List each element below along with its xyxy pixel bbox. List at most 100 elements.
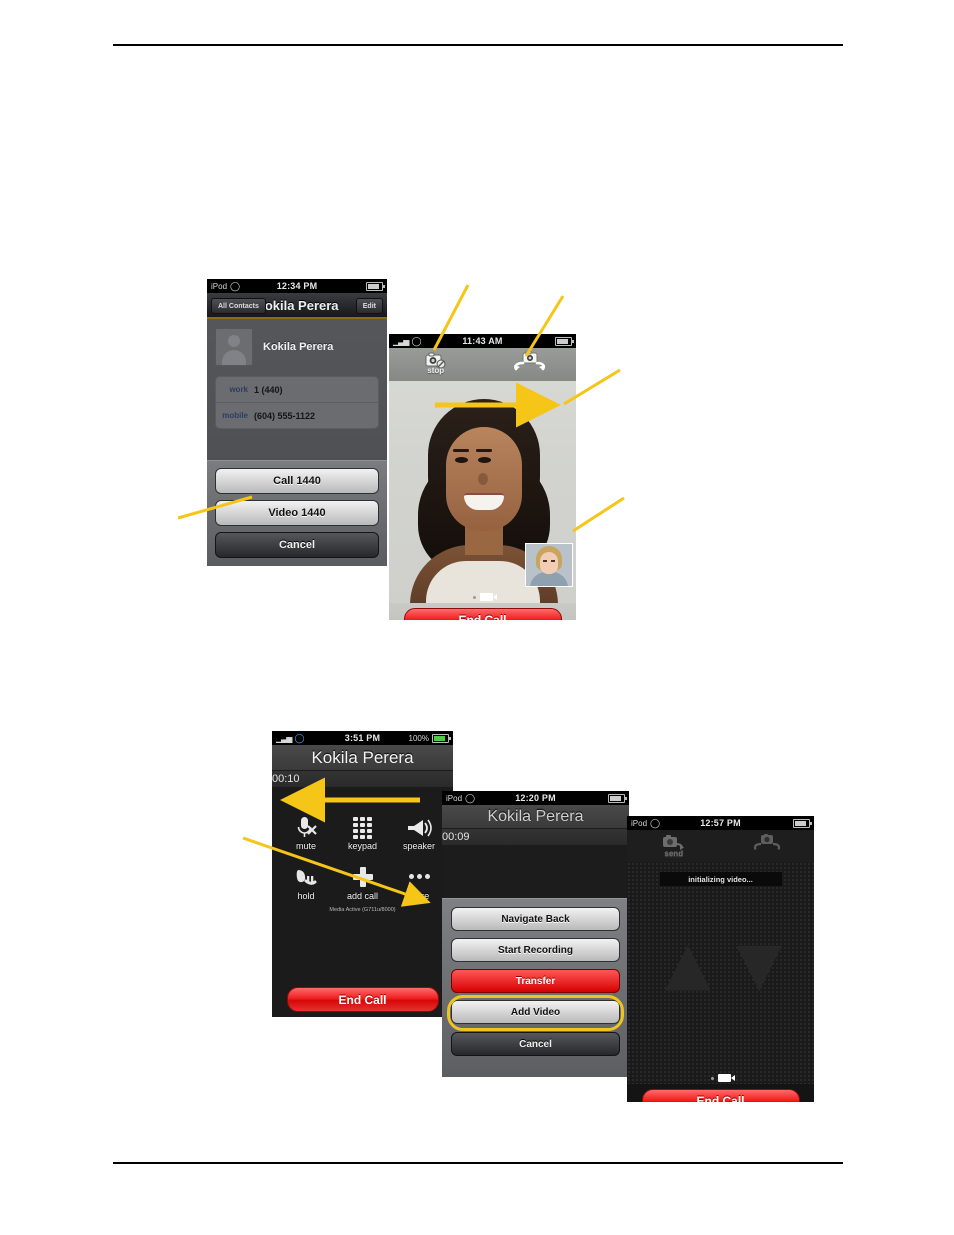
camera-swap-icon <box>752 834 782 852</box>
end-call-button[interactable]: End Call <box>286 987 439 1012</box>
arrow-to-local-video <box>572 496 625 533</box>
speaker-label: speaker <box>402 841 436 851</box>
send-video-button[interactable]: send <box>647 834 701 858</box>
back-button[interactable]: All Contacts <box>211 298 266 314</box>
add-video-button[interactable]: Add Video <box>451 1000 620 1024</box>
video-toolbar: stop <box>389 348 576 381</box>
send-label: send <box>664 849 684 858</box>
battery-icon <box>432 733 451 743</box>
call-timer: 00:09 <box>442 829 629 845</box>
call-party-name: Kokila Perera <box>487 808 584 825</box>
initializing-message: initializing video... <box>659 872 782 886</box>
field-row-work[interactable]: work 1 (440) <box>216 377 378 403</box>
field-label: mobile <box>222 411 248 420</box>
background-watermark: ▲▼ <box>649 919 797 1008</box>
video-call-screen: ▁▃▅ ◯ 11:43 AM stop End Call <box>389 334 576 620</box>
field-label: work <box>229 385 248 394</box>
page-title: Kokila Perera <box>255 297 339 313</box>
keypad-icon <box>337 813 389 839</box>
status-bar: ▁▃▅ ◯ 11:43 AM <box>389 334 576 348</box>
keypad-button[interactable]: keypad <box>337 813 389 851</box>
media-status-text: Media Active (G711u/8000) <box>329 907 396 913</box>
contact-body: Kokila Perera work 1 (440) mobile (604) … <box>207 319 387 429</box>
field-value: 1 (440) <box>254 384 283 395</box>
battery-percent: 100% <box>408 733 429 743</box>
more-button[interactable]: more <box>393 863 445 901</box>
contact-header: Kokila Perera <box>215 328 379 366</box>
video-toolbar: send <box>627 830 814 862</box>
status-bar: iPod ◯ 12:20 PM <box>442 791 629 805</box>
speaker-button[interactable]: speaker <box>393 813 445 851</box>
add-call-button[interactable]: add call <box>337 863 389 901</box>
battery-icon <box>555 336 574 346</box>
video-1440-button[interactable]: Video 1440 <box>215 500 379 526</box>
video-page-indicator-icon <box>627 1074 814 1082</box>
remote-video-feed[interactable] <box>389 381 576 603</box>
camera-swap-icon <box>512 351 546 371</box>
transfer-button[interactable]: Transfer <box>451 969 620 993</box>
phone-fields: work 1 (440) mobile (604) 555-1122 <box>215 376 379 429</box>
battery-icon <box>366 281 385 291</box>
start-recording-button[interactable]: Start Recording <box>451 938 620 962</box>
cancel-button[interactable]: Cancel <box>451 1032 620 1056</box>
call-timer: 00:10 <box>272 771 453 787</box>
local-video-preview[interactable] <box>525 543 573 587</box>
mute-label: mute <box>295 841 316 851</box>
cancel-button[interactable]: Cancel <box>215 532 379 558</box>
end-call-bar: End Call <box>272 987 453 1012</box>
hold-label: hold <box>297 891 315 901</box>
options-action-sheet: Navigate Back Start Recording Transfer A… <box>442 898 629 1077</box>
call-controls-row-1: mute keypad speaker <box>280 813 445 851</box>
hold-icon <box>280 863 332 889</box>
battery-icon <box>793 818 812 828</box>
person-placeholder-icon <box>215 328 253 366</box>
call-controls: mute keypad speaker hold add call more M… <box>272 787 453 913</box>
call-header: Kokila Perera <box>272 745 453 770</box>
status-time: 12:57 PM <box>700 818 741 828</box>
call-1440-button[interactable]: Call 1440 <box>215 468 379 494</box>
field-value: (604) 555-1122 <box>254 410 316 421</box>
status-bar: ▁▃▅ ◯ 3:51 PM 100% <box>272 731 453 745</box>
navigation-bar: All Contacts Kokila Perera Edit <box>207 293 387 319</box>
video-page-indicator-icon <box>389 593 576 601</box>
navigate-back-button[interactable]: Navigate Back <box>451 907 620 931</box>
status-time: 12:20 PM <box>515 793 556 803</box>
end-call-bar: End Call <box>627 1084 814 1102</box>
end-call-bar: End Call <box>389 603 576 620</box>
more-dots-icon <box>393 863 445 889</box>
add-call-label: add call <box>346 891 379 901</box>
swap-camera-button[interactable] <box>740 834 794 852</box>
call-action-sheet: Call 1440 Video 1440 Cancel <box>207 460 387 566</box>
edit-button[interactable]: Edit <box>355 298 383 314</box>
field-row-mobile[interactable]: mobile (604) 555-1122 <box>216 403 378 428</box>
status-time: 12:34 PM <box>276 281 318 291</box>
call-controls-row-2: hold add call more <box>280 863 445 901</box>
header-rule <box>113 44 843 46</box>
more-label: more <box>408 891 430 901</box>
call-header: Kokila Perera <box>442 805 629 828</box>
mute-button[interactable]: mute <box>280 813 332 851</box>
stop-video-button[interactable]: stop <box>409 351 463 375</box>
in-call-screen: ▁▃▅ ◯ 3:51 PM 100% Kokila Perera 00:10 m… <box>272 731 453 1017</box>
status-bar: iPod ◯ 12:34 PM <box>207 279 387 293</box>
swap-camera-button[interactable] <box>502 351 556 371</box>
status-time: 11:43 AM <box>462 336 503 346</box>
initializing-video-screen: iPod ◯ 12:57 PM send ▲▼ initializing vid… <box>627 816 814 1102</box>
add-call-icon <box>337 863 389 889</box>
end-call-button[interactable]: End Call <box>403 607 562 620</box>
stop-label: stop <box>427 366 445 375</box>
footer-rule <box>113 1162 843 1164</box>
battery-icon <box>608 793 627 803</box>
end-call-button[interactable]: End Call <box>641 1088 800 1102</box>
call-party-name: Kokila Perera <box>311 748 414 767</box>
video-placeholder-area: ▲▼ initializing video... <box>627 862 814 1084</box>
mute-icon <box>280 813 332 839</box>
keypad-label: keypad <box>347 841 378 851</box>
contact-name: Kokila Perera <box>263 341 334 353</box>
speaker-icon <box>393 813 445 839</box>
call-options-sheet-screen: iPod ◯ 12:20 PM Kokila Perera 00:09 Navi… <box>442 791 629 1077</box>
hold-button[interactable]: hold <box>280 863 332 901</box>
document-page: iPod ◯ 12:34 PM All Contacts Kokila Pere… <box>0 0 954 1235</box>
status-bar: iPod ◯ 12:57 PM <box>627 816 814 830</box>
contact-detail-screen: iPod ◯ 12:34 PM All Contacts Kokila Pere… <box>207 279 387 566</box>
